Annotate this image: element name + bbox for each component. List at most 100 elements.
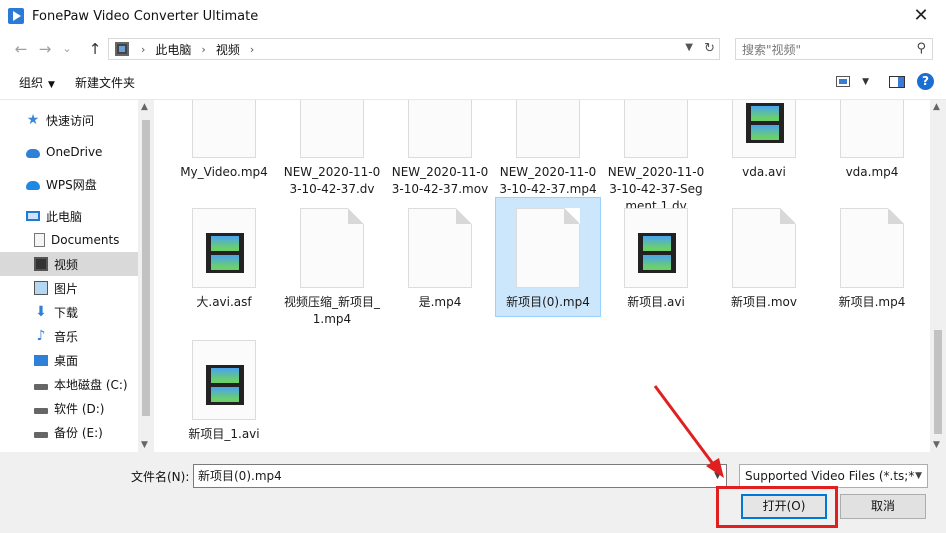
- chevron-down-icon[interactable]: ▼: [915, 465, 922, 487]
- file-type-value: Supported Video Files (*.ts;*: [745, 469, 915, 483]
- filename-value: 新项目(0).mp4: [198, 469, 282, 483]
- file-name: NEW_2020-11-03-10-42-37.mov: [391, 165, 489, 196]
- back-icon[interactable]: ←: [10, 38, 32, 60]
- window-title: FonePaw Video Converter Ultimate: [32, 8, 259, 24]
- search-icon[interactable]: ⚲: [916, 41, 926, 56]
- sidebar-item-label: OneDrive: [46, 145, 103, 159]
- document-file-icon: [516, 208, 580, 288]
- organize-button[interactable]: 组织 ▼: [9, 74, 65, 91]
- new-folder-button[interactable]: 新建文件夹: [65, 74, 145, 91]
- sidebar-item-documents[interactable]: Documents: [0, 228, 138, 252]
- scroll-down-icon[interactable]: ▼: [141, 440, 148, 450]
- chevron-down-icon[interactable]: ▼: [714, 465, 721, 487]
- search-placeholder: 搜索"视频": [742, 42, 802, 57]
- file-name: 大.avi.asf: [196, 295, 252, 309]
- file-item[interactable]: 新项目_1.avi: [172, 340, 276, 443]
- sidebar-item-videos[interactable]: 视频: [0, 252, 138, 276]
- file-name: 是.mp4: [418, 295, 462, 309]
- file-type-select[interactable]: Supported Video Files (*.ts;* ▼: [739, 464, 928, 488]
- file-item[interactable]: My_Video.mp4: [172, 100, 276, 181]
- document-file-icon: [624, 100, 688, 158]
- chevron-down-icon[interactable]: ▼: [862, 77, 869, 87]
- sidebar-item-label: 图片: [54, 281, 79, 296]
- sidebar-item-label: 桌面: [54, 353, 79, 368]
- sidebar-item-label: 此电脑: [46, 209, 83, 224]
- file-item[interactable]: 视频压缩_新项目_1.mp4: [280, 204, 384, 328]
- picture-folder-icon: [34, 281, 48, 295]
- file-item[interactable]: 新项目.avi: [604, 204, 708, 311]
- breadcrumb-this-pc[interactable]: 此电脑: [151, 41, 195, 58]
- up-icon[interactable]: ↑: [84, 38, 106, 60]
- sidebar-item-downloads[interactable]: ⬇ 下载: [0, 300, 138, 324]
- filename-input[interactable]: 新项目(0).mp4 ▼: [193, 464, 727, 488]
- file-name: vda.avi: [742, 165, 786, 179]
- sidebar-item-label: 视频: [54, 257, 79, 272]
- document-file-icon: [840, 100, 904, 158]
- scroll-down-icon[interactable]: ▼: [933, 440, 940, 450]
- document-file-icon: [408, 208, 472, 288]
- title-bar: FonePaw Video Converter Ultimate ✕: [0, 0, 946, 32]
- refresh-icon[interactable]: ↻: [704, 41, 715, 56]
- file-item[interactable]: 新项目.mov: [712, 204, 816, 311]
- sidebar-item-drive-e[interactable]: 备份 (E:): [0, 420, 138, 444]
- view-controls: ▼ ?: [836, 73, 934, 90]
- file-name: NEW_2020-11-03-10-42-37.mp4: [499, 165, 597, 196]
- sidebar-item-quick-access[interactable]: ★ 快速访问: [26, 108, 138, 132]
- file-item[interactable]: 新项目.mp4: [820, 204, 924, 311]
- music-icon: ♪: [36, 328, 46, 344]
- change-view-icon[interactable]: [836, 76, 851, 87]
- navigation-pane: ★ 快速访问 OneDrive WPS网盘 此电脑 Documents 视频 图…: [0, 100, 154, 452]
- document-file-icon: [300, 100, 364, 158]
- file-name: 新项目.mp4: [838, 295, 906, 309]
- file-name: 新项目(0).mp4: [506, 295, 590, 309]
- sidebar-item-label: 本地磁盘 (C:): [54, 377, 128, 392]
- video-file-icon: [192, 340, 256, 420]
- sidebar-item-music[interactable]: ♪ 音乐: [0, 324, 138, 348]
- scroll-up-icon[interactable]: ▲: [141, 102, 148, 112]
- chevron-down-icon: ▼: [48, 80, 55, 90]
- sidebar-item-wps-cloud[interactable]: WPS网盘: [26, 172, 138, 196]
- file-item[interactable]: vda.avi: [712, 100, 816, 181]
- close-icon[interactable]: ✕: [908, 4, 934, 28]
- chevron-down-icon[interactable]: ▼: [685, 42, 693, 53]
- file-item[interactable]: 大.avi.asf: [172, 204, 276, 316]
- sidebar-item-label: 快速访问: [46, 113, 95, 128]
- file-list-scrollbar[interactable]: ▲ ▼: [930, 100, 946, 452]
- sidebar-item-drive-c[interactable]: 本地磁盘 (C:): [0, 372, 138, 396]
- cloud-icon: [26, 149, 40, 158]
- file-item[interactable]: NEW_2020-11-03-10-42-37-Segment 1.dv: [604, 100, 708, 215]
- sidebar-item-onedrive[interactable]: OneDrive: [26, 140, 138, 164]
- file-name: vda.mp4: [845, 165, 899, 179]
- file-item[interactable]: NEW_2020-11-03-10-42-37.dv: [280, 100, 384, 198]
- sidebar-item-drive-d[interactable]: 软件 (D:): [0, 396, 138, 420]
- address-bar[interactable]: › 此电脑 › 视频 › ▼ ↻: [108, 38, 720, 60]
- sidebar-item-desktop[interactable]: 桌面: [0, 348, 138, 372]
- file-item-selected[interactable]: 新项目(0).mp4: [495, 197, 601, 317]
- toolbar: 组织 ▼ 新建文件夹 ▼ ?: [0, 66, 946, 100]
- file-item[interactable]: vda.mp4: [820, 100, 924, 181]
- sidebar-item-label: WPS网盘: [46, 177, 97, 192]
- file-item[interactable]: NEW_2020-11-03-10-42-37.mov: [388, 100, 492, 198]
- navigation-scrollbar[interactable]: ▲ ▼: [138, 100, 154, 452]
- file-item[interactable]: NEW_2020-11-03-10-42-37.mp4: [496, 100, 600, 198]
- file-item[interactable]: 是.mp4: [388, 204, 492, 311]
- video-folder-icon: [34, 257, 48, 271]
- help-icon[interactable]: ?: [917, 73, 934, 90]
- sidebar-item-pictures[interactable]: 图片: [0, 276, 138, 300]
- preview-pane-icon[interactable]: [889, 75, 905, 88]
- forward-icon[interactable]: →: [34, 38, 56, 60]
- scroll-up-icon[interactable]: ▲: [933, 102, 940, 112]
- sidebar-item-this-pc[interactable]: 此电脑: [26, 204, 138, 228]
- download-icon: ⬇: [35, 304, 47, 320]
- wps-cloud-icon: [26, 181, 40, 190]
- search-input[interactable]: 搜索"视频" ⚲: [735, 38, 933, 60]
- document-icon: [34, 233, 45, 247]
- breadcrumb-videos[interactable]: 视频: [212, 41, 244, 58]
- scrollbar-thumb[interactable]: [934, 330, 942, 434]
- scrollbar-thumb[interactable]: [142, 120, 150, 416]
- file-name: 新项目.mov: [731, 295, 797, 309]
- annotation-highlight-box: [716, 486, 838, 528]
- recent-locations-icon[interactable]: ⌄: [56, 38, 78, 60]
- organize-label: 组织: [19, 76, 44, 90]
- cancel-button[interactable]: 取消: [840, 494, 926, 519]
